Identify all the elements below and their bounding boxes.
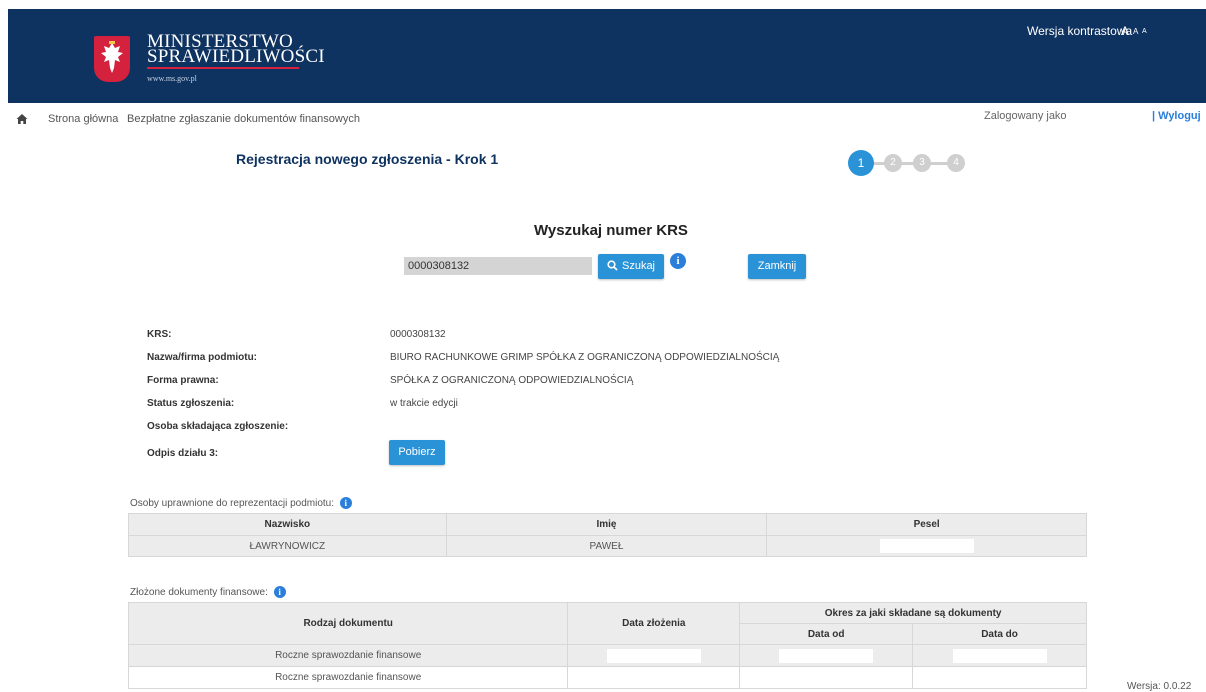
step-4[interactable]: 4: [947, 154, 965, 172]
logo-subtitle: SPRAWIEDLIWOŚCI: [147, 46, 325, 67]
table-row: ŁAWRYNOWICZ PAWEŁ: [128, 535, 1087, 557]
status-value: w trakcie edycji: [390, 398, 458, 409]
document-type-cell: Roczne sprawozdanie finansowe: [127, 644, 569, 667]
representatives-label: Osoby uprawnione do reprezentacji podmio…: [130, 497, 352, 509]
download-button[interactable]: Pobierz: [389, 440, 445, 465]
column-header-document-type: Rodzaj dokumentu: [127, 602, 569, 645]
documents-label: Złożone dokumenty finansowe: i: [130, 586, 286, 598]
date-to-cell: [912, 644, 1087, 667]
close-button[interactable]: Zamknij: [748, 254, 806, 279]
column-header-pesel: Pesel: [766, 513, 1087, 536]
page-title: Rejestracja nowego zgłoszenia - Krok 1: [236, 151, 499, 167]
krs-value: 0000308132: [390, 329, 446, 340]
contrast-toggle-link[interactable]: Wersja kontrastowa: [1027, 24, 1132, 38]
info-icon[interactable]: i: [339, 497, 352, 509]
breadcrumb-current[interactable]: Bezpłatne zgłaszanie dokumentów finansow…: [127, 113, 360, 125]
submission-date-cell: [567, 644, 741, 667]
entity-name-value: BIURO RACHUNKOWE GRIMP SPÓŁKA Z OGRANICZ…: [390, 352, 780, 363]
search-title: Wyszukaj numer KRS: [534, 222, 688, 239]
redacted-value: [606, 648, 701, 663]
first-name-cell: PAWEŁ: [445, 535, 768, 557]
step-2[interactable]: 2: [884, 154, 902, 172]
column-header-surname: Nazwisko: [128, 513, 447, 536]
date-from-cell: [739, 666, 914, 689]
entity-name-label: Nazwa/firma podmiotu:: [147, 352, 258, 363]
representatives-label-text: Osoby uprawnione do reprezentacji podmio…: [130, 498, 335, 509]
date-to-cell: [912, 666, 1087, 689]
column-header-date-to: Data do: [912, 623, 1087, 645]
breadcrumb-home[interactable]: Strona główna: [48, 113, 118, 125]
documents-label-text: Złożone dokumenty finansowe:: [130, 587, 268, 598]
logo-url: www.ms.gov.pl: [147, 74, 197, 83]
status-label: Status zgłoszenia:: [147, 398, 235, 409]
step-1[interactable]: 1: [848, 150, 874, 176]
wizard-steps: 1 2 3 4: [848, 150, 968, 176]
logged-in-label: Zalogowany jako: [984, 110, 1067, 122]
breadcrumb: Strona główna Bezpłatne zgłaszanie dokum…: [0, 103, 1206, 133]
page-header: MINISTERSTWO SPRAWIEDLIWOŚCI www.ms.gov.…: [0, 0, 1206, 103]
krs-label: KRS:: [147, 329, 172, 340]
info-icon[interactable]: i: [273, 586, 286, 598]
search-button-label: Szukaj: [621, 260, 656, 272]
search-button[interactable]: Szukaj: [598, 254, 664, 279]
font-size-medium-button[interactable]: A: [1133, 27, 1138, 36]
home-icon[interactable]: [16, 113, 28, 125]
pesel-redacted: [879, 539, 974, 553]
krs-search-input[interactable]: [404, 257, 592, 275]
redacted-value: [779, 648, 874, 663]
surname-cell: ŁAWRYNOWICZ: [128, 535, 447, 557]
search-icon: [607, 260, 618, 271]
font-size-small-button[interactable]: A: [1142, 28, 1147, 35]
documents-table: Rodzaj dokumentu Data złożenia Okres za …: [127, 602, 1087, 689]
version-label: Wersja: 0.0.22: [1127, 681, 1192, 692]
submission-date-cell: [567, 666, 741, 689]
representatives-table: Nazwisko Imię Pesel ŁAWRYNOWICZ PAWEŁ: [128, 513, 1087, 557]
document-type-cell: Roczne sprawozdanie finansowe: [127, 666, 569, 689]
step-3[interactable]: 3: [913, 154, 931, 172]
legal-form-label: Forma prawna:: [147, 375, 219, 386]
eagle-emblem-icon: [94, 36, 130, 82]
column-header-date-from: Data od: [739, 623, 914, 645]
table-row: Roczne sprawozdanie finansowe: [127, 644, 1087, 667]
column-header-period: Okres za jaki składane są dokumenty: [739, 602, 1087, 624]
info-icon[interactable]: i: [670, 253, 686, 269]
redacted-value: [952, 648, 1047, 663]
column-header-submission-date: Data złożenia: [567, 602, 741, 645]
submitter-label: Osoba składająca zgłoszenie:: [147, 421, 289, 432]
logout-link[interactable]: | Wyloguj: [1152, 110, 1201, 122]
extract-label: Odpis działu 3:: [147, 448, 219, 459]
table-row: Roczne sprawozdanie finansowe: [127, 666, 1087, 689]
font-size-large-button[interactable]: A: [1121, 24, 1129, 38]
column-header-name: Imię: [445, 513, 768, 536]
date-from-cell: [739, 644, 914, 667]
logo-divider: [147, 67, 299, 69]
legal-form-value: SPÓŁKA Z OGRANICZONĄ ODPOWIEDZIALNOŚCIĄ: [390, 375, 634, 386]
pesel-cell: [766, 535, 1087, 557]
